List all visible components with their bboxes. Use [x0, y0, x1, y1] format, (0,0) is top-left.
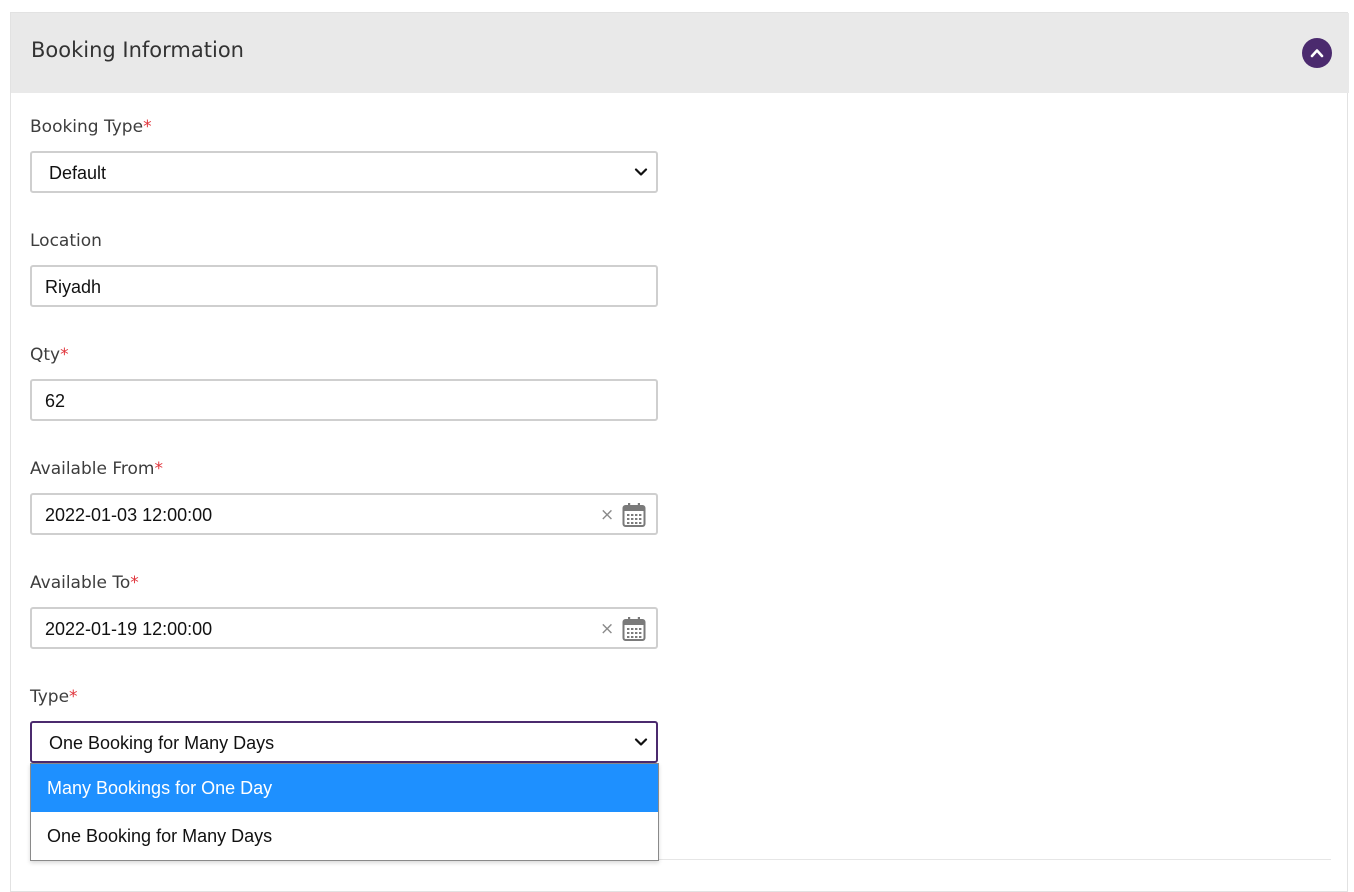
type-label-text: Type [30, 687, 70, 707]
available-from-label: Available From* [30, 458, 163, 480]
qty-value: 62 [45, 391, 66, 411]
calendar-icon[interactable] [622, 616, 646, 642]
required-marker: * [143, 117, 152, 137]
required-marker: * [69, 687, 78, 707]
type-label: Type* [30, 686, 78, 708]
type-dropdown-list: Many Bookings for One Day One Booking fo… [30, 763, 659, 861]
booking-type-label: Booking Type* [30, 116, 152, 138]
booking-type-value: Default [49, 163, 107, 183]
booking-type-label-text: Booking Type [30, 117, 144, 137]
booking-type-select[interactable]: Default [30, 151, 658, 193]
required-marker: * [154, 459, 163, 479]
type-option-one-booking-for-many-days[interactable]: One Booking for Many Days [31, 812, 658, 860]
location-value: Riyadh [45, 277, 102, 297]
qty-input[interactable]: 62 [30, 379, 658, 421]
available-to-label-text: Available To [30, 573, 131, 593]
available-from-input[interactable]: 2022-01-03 12:00:00 × [30, 493, 658, 535]
panel-title: Booking Information [31, 38, 244, 62]
panel-header: Booking Information [11, 13, 1349, 93]
clear-icon[interactable]: × [600, 505, 614, 525]
clear-icon[interactable]: × [600, 619, 614, 639]
qty-label: Qty* [30, 344, 69, 366]
available-to-input[interactable]: 2022-01-19 12:00:00 × [30, 607, 658, 649]
section-divider [658, 859, 1331, 860]
location-label-text: Location [30, 231, 102, 251]
type-value: One Booking for Many Days [49, 733, 275, 753]
location-label: Location [30, 230, 102, 252]
available-from-value: 2022-01-03 12:00:00 [45, 505, 213, 525]
qty-label-text: Qty [30, 345, 61, 365]
available-to-value: 2022-01-19 12:00:00 [45, 619, 213, 639]
required-marker: * [130, 573, 139, 593]
chevron-down-icon [634, 168, 648, 176]
chevron-down-icon [634, 738, 648, 746]
type-select[interactable]: One Booking for Many Days [30, 721, 658, 763]
collapse-button[interactable] [1302, 38, 1332, 68]
type-option-many-bookings-for-one-day[interactable]: Many Bookings for One Day [31, 764, 658, 812]
calendar-icon[interactable] [622, 502, 646, 528]
location-input[interactable]: Riyadh [30, 265, 658, 307]
chevron-up-icon [1310, 49, 1324, 58]
available-to-label: Available To* [30, 572, 139, 594]
required-marker: * [60, 345, 69, 365]
available-from-label-text: Available From [30, 459, 155, 479]
